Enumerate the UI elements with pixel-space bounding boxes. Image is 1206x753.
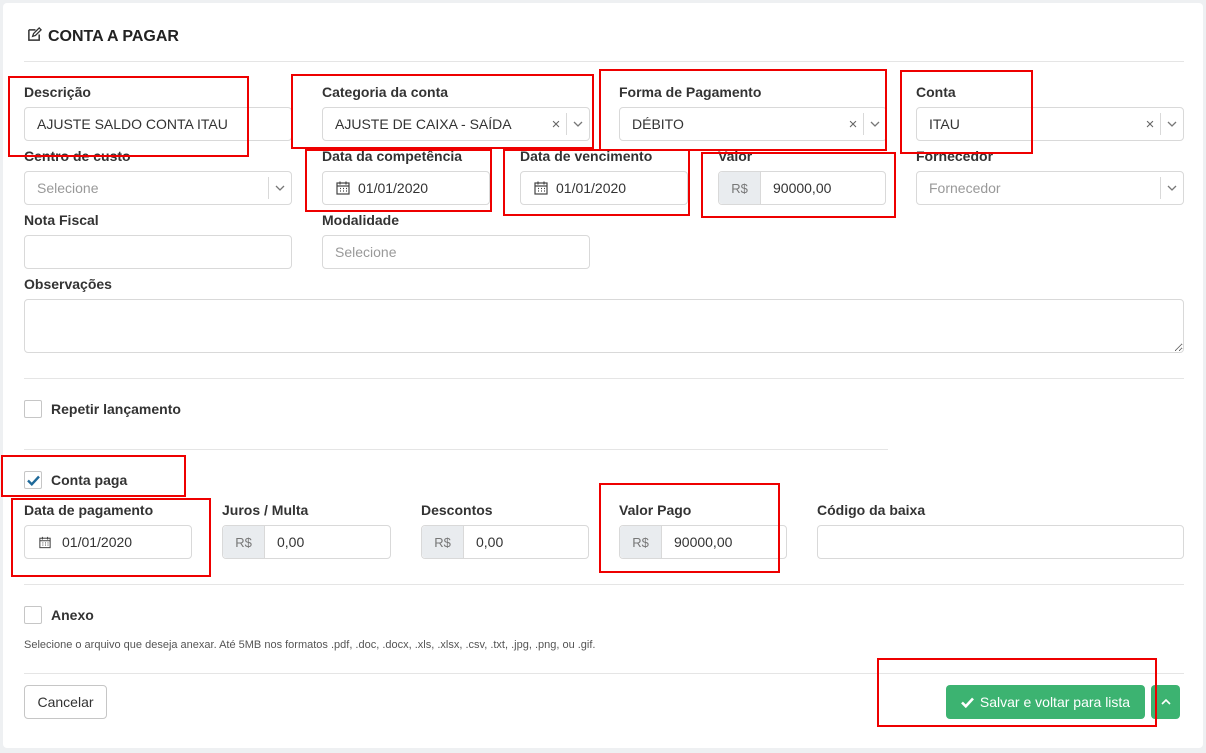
page-title: CONTA A PAGAR — [27, 27, 179, 47]
nota-fiscal-input[interactable] — [24, 235, 292, 269]
currency-prefix: R$ — [620, 526, 662, 558]
edit-icon — [27, 27, 42, 47]
categoria-select[interactable]: AJUSTE DE CAIXA - SAÍDA × — [322, 107, 590, 141]
chevron-down-icon[interactable] — [1161, 121, 1183, 127]
save-button-label: Salvar e voltar para lista — [979, 694, 1131, 710]
fornecedor-select[interactable]: Fornecedor — [916, 171, 1184, 205]
descontos-input[interactable]: R$ 0,00 — [421, 525, 589, 559]
data-pagamento-input[interactable]: 01/01/2020 — [24, 525, 192, 559]
descricao-input[interactable]: AJUSTE SALDO CONTA ITAU — [24, 107, 292, 141]
valor-label: Valor — [718, 148, 753, 164]
data-vencimento-input[interactable]: 01/01/2020 — [520, 171, 688, 205]
modalidade-label: Modalidade — [322, 212, 400, 228]
anexo-help-text: Selecione o arquivo que deseja anexar. A… — [24, 639, 596, 651]
data-vencimento-label: Data de vencimento — [520, 148, 653, 164]
clear-icon[interactable]: × — [1140, 116, 1160, 133]
clear-icon[interactable]: × — [843, 116, 863, 133]
checkmark-icon — [26, 475, 40, 486]
repetir-label: Repetir lançamento — [51, 401, 181, 417]
descricao-label: Descrição — [24, 84, 91, 100]
chevron-down-icon[interactable] — [567, 121, 589, 127]
chevron-down-icon[interactable] — [864, 121, 886, 127]
chevron-up-icon — [1160, 699, 1171, 705]
codigo-baixa-label: Código da baixa — [817, 502, 926, 518]
anexo-label: Anexo — [51, 607, 94, 623]
conta-select[interactable]: ITAU × — [916, 107, 1184, 141]
descontos-label: Descontos — [421, 502, 493, 518]
nota-fiscal-label: Nota Fiscal — [24, 212, 99, 228]
conta-label: Conta — [916, 84, 956, 100]
categoria-label: Categoria da conta — [322, 84, 449, 100]
check-icon — [960, 697, 974, 708]
chevron-down-icon[interactable] — [269, 185, 291, 191]
data-pagamento-label: Data de pagamento — [24, 502, 154, 518]
calendar-icon — [335, 181, 351, 195]
calendar-icon — [37, 536, 53, 549]
valor-pago-input[interactable]: R$ 90000,00 — [619, 525, 787, 559]
codigo-baixa-input[interactable] — [817, 525, 1184, 559]
clear-icon[interactable]: × — [546, 116, 566, 133]
save-options-toggle[interactable] — [1151, 685, 1180, 719]
valor-input[interactable]: R$ 90000,00 — [718, 171, 886, 205]
page-title-text: CONTA A PAGAR — [48, 28, 179, 45]
currency-prefix: R$ — [223, 526, 265, 558]
modalidade-select[interactable]: Selecione — [322, 235, 590, 269]
currency-prefix: R$ — [719, 172, 761, 204]
save-button[interactable]: Salvar e voltar para lista — [946, 685, 1145, 719]
fornecedor-label: Fornecedor — [916, 148, 994, 164]
cancel-button[interactable]: Cancelar — [24, 685, 107, 719]
observacoes-textarea[interactable] — [24, 299, 1184, 353]
anexo-checkbox[interactable] — [24, 606, 42, 624]
conta-paga-label: Conta paga — [51, 472, 128, 488]
data-competencia-label: Data da competência — [322, 148, 463, 164]
currency-prefix: R$ — [422, 526, 464, 558]
calendar-icon — [533, 181, 549, 195]
juros-input[interactable]: R$ 0,00 — [222, 525, 391, 559]
centro-custo-select[interactable]: Selecione — [24, 171, 292, 205]
forma-pagamento-label: Forma de Pagamento — [619, 84, 762, 100]
forma-pagamento-select[interactable]: DÉBITO × — [619, 107, 887, 141]
form-card: CONTA A PAGAR Descrição AJUSTE SALDO CON… — [1, 3, 1203, 748]
conta-paga-checkbox[interactable] — [24, 471, 42, 489]
valor-pago-label: Valor Pago — [619, 502, 692, 518]
chevron-down-icon[interactable] — [1161, 185, 1183, 191]
observacoes-label: Observações — [24, 276, 112, 292]
repetir-checkbox[interactable] — [24, 400, 42, 418]
juros-label: Juros / Multa — [222, 502, 309, 518]
centro-custo-label: Centro de custo — [24, 148, 131, 164]
data-competencia-input[interactable]: 01/01/2020 — [322, 171, 490, 205]
